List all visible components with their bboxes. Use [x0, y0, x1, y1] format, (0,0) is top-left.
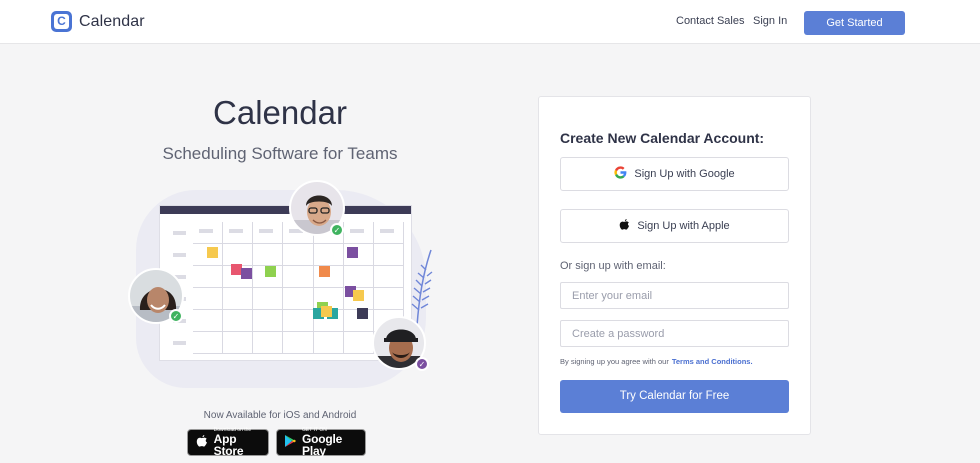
signup-title: Create New Calendar Account:	[560, 130, 765, 146]
mockup-grid-cell	[283, 288, 314, 310]
password-field[interactable]	[560, 320, 789, 347]
mockup-grid-cell	[313, 244, 344, 266]
mockup-grid-cell	[283, 244, 314, 266]
mockup-column-label	[349, 229, 364, 233]
terms-link[interactable]: Terms and Conditions.	[672, 357, 753, 366]
google-signup-label: Sign Up with Google	[634, 168, 735, 180]
nav-sign-in[interactable]: Sign In	[753, 15, 787, 27]
mockup-event-block	[265, 266, 276, 277]
terms-text: By signing up you agree with our	[560, 357, 669, 366]
calendar-mockup-titlebar	[160, 206, 411, 214]
app-store-badge[interactable]: Download on the App Store	[187, 428, 269, 458]
logo-text: Calendar	[79, 12, 145, 30]
mockup-grid-cell	[343, 222, 374, 244]
mockup-column-label	[229, 229, 244, 233]
mockup-column-label	[259, 229, 274, 233]
mockup-grid-cell	[313, 332, 344, 354]
calendar-logo-icon: C	[51, 11, 72, 32]
mockup-grid-cell	[223, 288, 254, 310]
mockup-event-block	[241, 268, 252, 279]
mockup-grid-cell	[223, 310, 254, 332]
calendar-illustration: ✓ ✓ ✓	[126, 180, 436, 390]
mockup-grid-cell	[193, 222, 224, 244]
mockup-grid-cell	[223, 244, 254, 266]
mockup-event-block	[319, 266, 330, 277]
mockup-event-block	[357, 308, 368, 319]
apple-icon	[619, 218, 630, 234]
mockup-grid-cell	[223, 222, 254, 244]
mockup-column-label	[379, 229, 394, 233]
mockup-grid-cell	[283, 266, 314, 288]
calendar-mockup-grid	[169, 222, 404, 354]
check-icon: ✓	[330, 223, 344, 237]
mockup-grid-cell	[373, 288, 404, 310]
signup-card: Create New Calendar Account: Sign Up wit…	[538, 96, 811, 435]
check-icon: ✓	[169, 309, 183, 323]
mockup-column-label	[199, 229, 213, 233]
mockup-row-label	[173, 253, 186, 257]
mockup-grid-cell	[253, 332, 284, 354]
mockup-grid-cell	[223, 332, 254, 354]
google-signup-button[interactable]: Sign Up with Google	[560, 157, 789, 191]
mockup-grid-cell	[253, 310, 284, 332]
mockup-event-block	[207, 247, 218, 258]
mockup-row-label	[173, 231, 186, 235]
get-started-button[interactable]: Get Started	[804, 11, 905, 35]
mockup-event-block	[347, 247, 358, 258]
mockup-grid-cell	[373, 222, 404, 244]
mockup-event-block	[321, 306, 332, 317]
mockup-grid-cell	[253, 288, 284, 310]
mockup-grid-cell	[343, 266, 374, 288]
mockup-grid-cell	[343, 332, 374, 354]
mockup-grid-cell	[193, 266, 224, 288]
try-free-button[interactable]: Try Calendar for Free	[560, 380, 789, 413]
leaf-decoration-icon	[411, 249, 433, 327]
apple-icon	[194, 434, 210, 451]
google-play-icon	[283, 434, 298, 451]
terms-notice: By signing up you agree with our Terms an…	[560, 357, 753, 366]
page-subtitle: Scheduling Software for Teams	[162, 144, 398, 163]
nav-contact-sales[interactable]: Contact Sales	[676, 15, 744, 27]
mobile-availability-text: Now Available for iOS and Android	[203, 410, 357, 421]
mockup-grid-cell	[373, 266, 404, 288]
email-field[interactable]	[560, 282, 789, 309]
page-title: Calendar	[213, 94, 347, 131]
apple-signup-button[interactable]: Sign Up with Apple	[560, 209, 789, 243]
google-play-badge[interactable]: GET IT ON Google Play	[276, 428, 366, 458]
top-nav: C Calendar Contact Sales Sign In Get Sta…	[0, 0, 980, 44]
check-icon: ✓	[415, 357, 429, 371]
logo-glyph: C	[54, 14, 69, 29]
mockup-grid-cell	[193, 332, 224, 354]
google-play-big-text: Google Play	[302, 432, 343, 458]
mockup-grid-cell	[253, 244, 284, 266]
mockup-row-label	[173, 341, 186, 345]
apple-signup-label: Sign Up with Apple	[637, 220, 730, 232]
mockup-grid-cell	[373, 244, 404, 266]
mockup-grid-cell	[253, 222, 284, 244]
email-signup-heading: Or sign up with email:	[560, 260, 666, 272]
mockup-event-block	[353, 290, 364, 301]
mockup-grid-cell	[283, 310, 314, 332]
mockup-grid-cell	[193, 288, 224, 310]
mockup-grid-cell	[193, 310, 224, 332]
logo[interactable]: C Calendar	[51, 11, 145, 32]
google-icon	[614, 166, 627, 182]
app-store-big-text: App Store	[213, 432, 244, 458]
mockup-grid-cell	[283, 332, 314, 354]
